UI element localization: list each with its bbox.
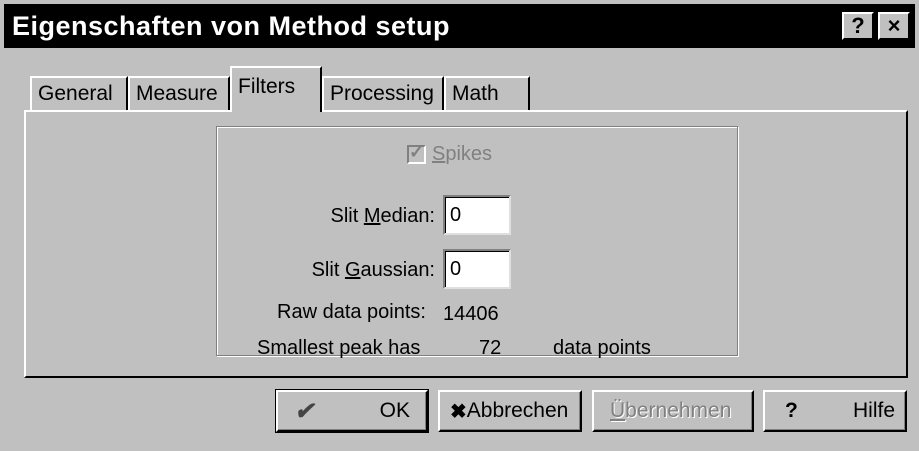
tab-processing[interactable]: Processing bbox=[322, 76, 444, 110]
filters-group: Spikes Slit Median: 0 Slit Gaussian: 0 R… bbox=[216, 126, 738, 359]
apply-label: Übernehmen bbox=[610, 399, 732, 422]
apply-button[interactable]: Übernehmen bbox=[592, 390, 754, 432]
tab-label: General bbox=[38, 82, 113, 105]
ok-button[interactable]: ✔ OK bbox=[275, 389, 429, 433]
slit-median-label: Slit Median: bbox=[330, 205, 435, 227]
cancel-label: Abbrechen bbox=[466, 399, 569, 422]
tab-label: Filters bbox=[238, 75, 296, 98]
slit-median-input[interactable]: 0 bbox=[443, 195, 511, 235]
spikes-label: Spikes bbox=[432, 142, 493, 165]
tab-filters[interactable]: Filters bbox=[230, 66, 322, 112]
title-bar[interactable]: Eigenschaften von Method setup ? × bbox=[4, 4, 915, 48]
slit-gaussian-input[interactable]: 0 bbox=[443, 249, 511, 289]
help-title-button[interactable]: ? bbox=[842, 12, 874, 40]
tab-math[interactable]: Math bbox=[444, 76, 530, 110]
tab-label: Math bbox=[452, 82, 499, 105]
smallest-peak-value: 72 bbox=[479, 337, 502, 359]
raw-data-points-value: 14406 bbox=[443, 303, 499, 325]
help-label: Hilfe bbox=[852, 399, 895, 422]
cancel-button[interactable]: ✖ Abbrechen bbox=[438, 390, 582, 432]
checkmark-icon: ✔ bbox=[293, 397, 319, 425]
ok-label: OK bbox=[379, 399, 410, 422]
help-button[interactable]: ? Hilfe bbox=[763, 390, 907, 432]
tab-label: Measure bbox=[136, 82, 218, 105]
close-icon: × bbox=[887, 13, 901, 38]
close-button[interactable]: × bbox=[878, 12, 910, 40]
filters-panel: Spikes Slit Median: 0 Slit Gaussian: 0 R… bbox=[24, 110, 908, 378]
question-mark-icon: ? bbox=[851, 13, 865, 38]
spikes-checkbox-row[interactable]: Spikes bbox=[407, 141, 492, 167]
tab-measure[interactable]: Measure bbox=[128, 76, 230, 110]
spikes-checkbox[interactable] bbox=[407, 142, 426, 164]
slit-gaussian-label: Slit Gaussian: bbox=[311, 259, 435, 281]
smallest-peak-label: Smallest peak has bbox=[257, 337, 421, 359]
raw-data-points-label: Raw data points: bbox=[277, 301, 426, 323]
window-title: Eigenschaften von Method setup bbox=[12, 10, 451, 41]
cross-icon: ✖ bbox=[450, 400, 467, 423]
question-mark-icon: ? bbox=[785, 399, 798, 422]
tab-general[interactable]: General bbox=[30, 76, 128, 110]
properties-dialog: Eigenschaften von Method setup ? × Gener… bbox=[0, 0, 919, 451]
tab-label: Processing bbox=[330, 82, 434, 105]
smallest-peak-unit: data points bbox=[553, 337, 651, 359]
